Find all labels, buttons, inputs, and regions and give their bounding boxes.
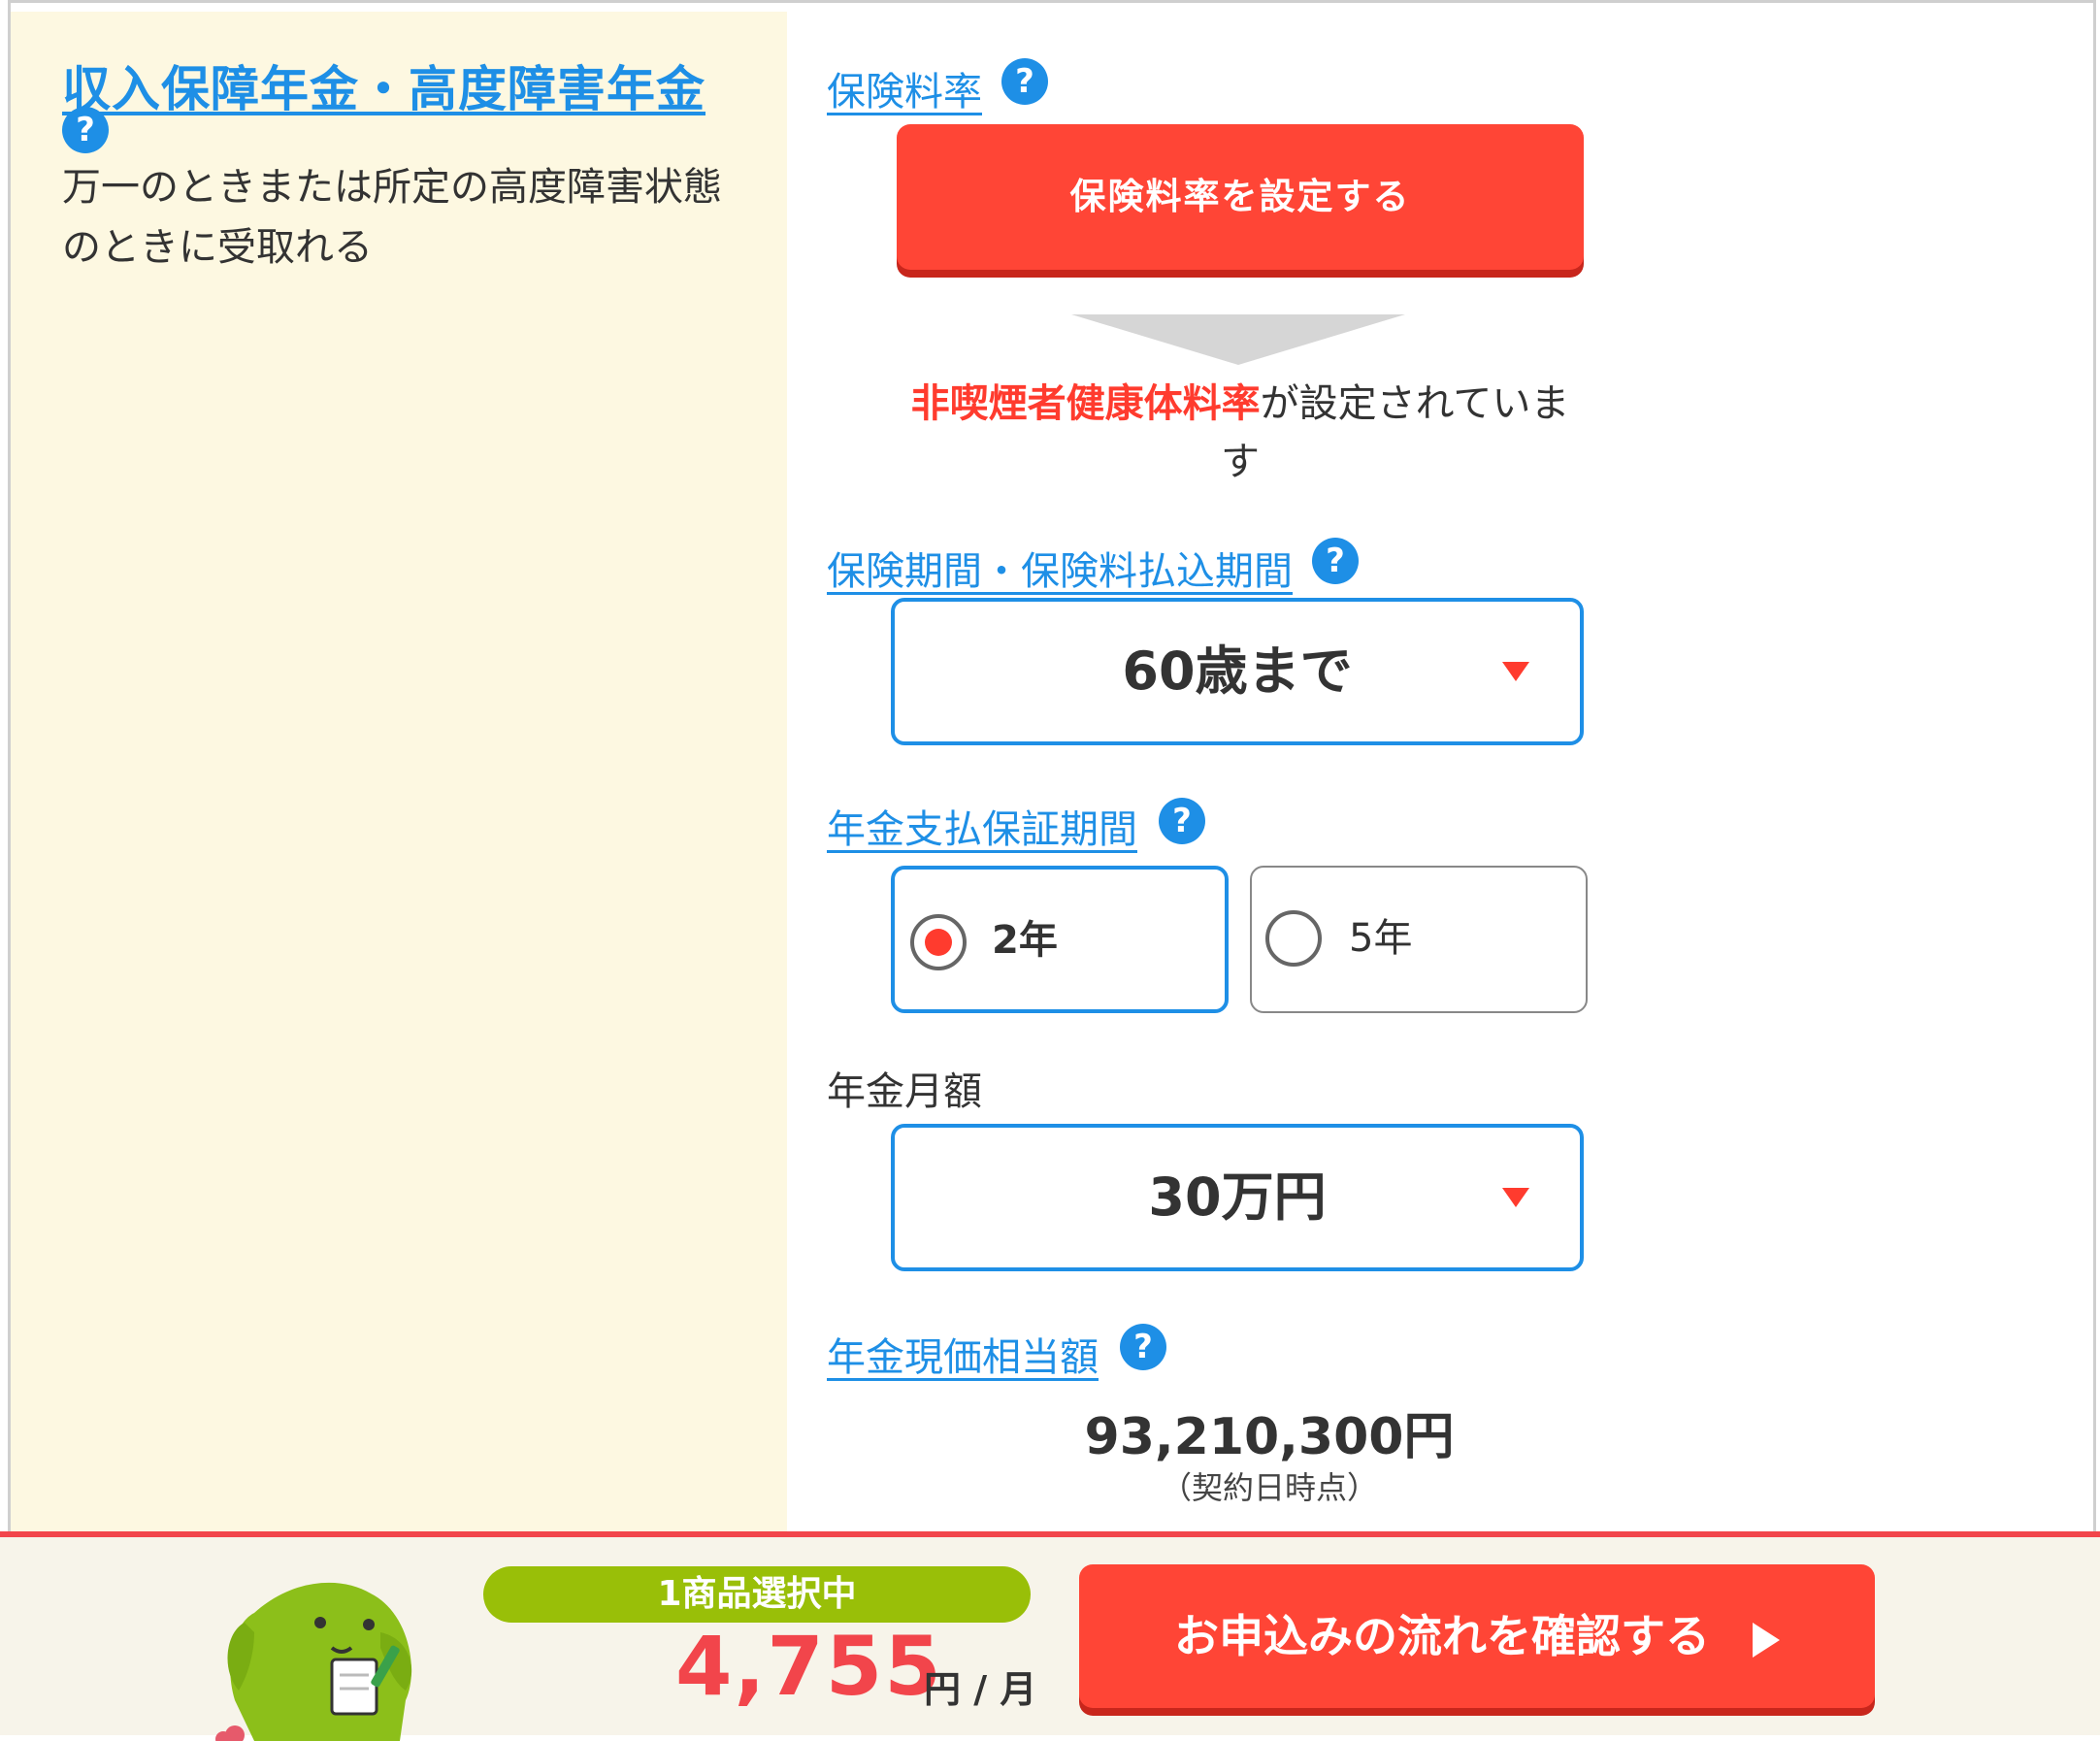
guarantee-option-5y[interactable]: 5年 [1250,866,1588,1013]
monthly-premium: 4,755 [675,1619,943,1714]
rate-status-rest: が設定されています [1221,381,1570,484]
rate-help-icon[interactable]: ? [1001,58,1048,105]
rate-label-link[interactable]: 保険料率 [827,60,982,116]
period-label-link[interactable]: 保険期間・保険料払込期間 [827,540,1293,596]
confirm-application-flow-button[interactable]: お申込みの流れを確認する [1079,1564,1875,1708]
period-help-icon[interactable]: ? [1312,538,1359,584]
down-arrow-icon [1071,314,1405,365]
premium-unit: 円 / 月 [924,1668,1037,1711]
monthly-select-value: 30万円 [1148,1166,1327,1228]
product-title-link[interactable]: 収入保障年金・高度障害年金 [62,50,705,120]
guarantee-option-label: 2年 [992,918,1058,963]
present-value-note: （契約日時点） [1160,1469,1378,1506]
present-value-label-link[interactable]: 年金現価相当額 [827,1326,1099,1382]
set-rate-button[interactable]: 保険料率を設定する [897,124,1584,270]
rate-status-text: 非喫煙者健康体料率が設定されています [897,375,1584,491]
guarantee-label-link[interactable]: 年金支払保証期間 [827,798,1137,854]
caret-down-icon [1502,662,1529,681]
product-description: 万一のときまたは所定の高度障害状態のときに受取れる [62,165,722,270]
rate-status-highlight: 非喫煙者健康体料率 [910,381,1261,426]
caret-down-icon [1502,1188,1529,1207]
period-select-value: 60歳まで [1122,641,1353,702]
period-select[interactable]: 60歳まで [891,598,1584,745]
monthly-amount-select[interactable]: 30万円 [891,1124,1584,1271]
mascot-elephant-icon [215,1582,412,1741]
play-arrow-icon [1753,1622,1780,1658]
present-value-help-icon[interactable]: ? [1120,1324,1166,1370]
sticky-footer: 1商品選択中 4,755 円 / 月 お申込みの流れを確認する [0,1531,2100,1741]
product-help-icon[interactable]: ? [62,107,109,153]
guarantee-help-icon[interactable]: ? [1159,798,1205,844]
selected-count-badge: 1商品選択中 [483,1566,1031,1623]
monthly-label: 年金月額 [827,1069,982,1114]
guarantee-option-2y[interactable]: 2年 [891,866,1229,1013]
radio-dot [925,929,952,956]
radio-checked-icon [910,914,967,970]
present-value-amount: 93,210,300円 [1084,1408,1455,1466]
radio-unchecked-icon [1265,910,1322,967]
apply-button-label: お申込みの流れを確認する [1174,1610,1710,1662]
guarantee-option-label: 5年 [1349,916,1413,961]
